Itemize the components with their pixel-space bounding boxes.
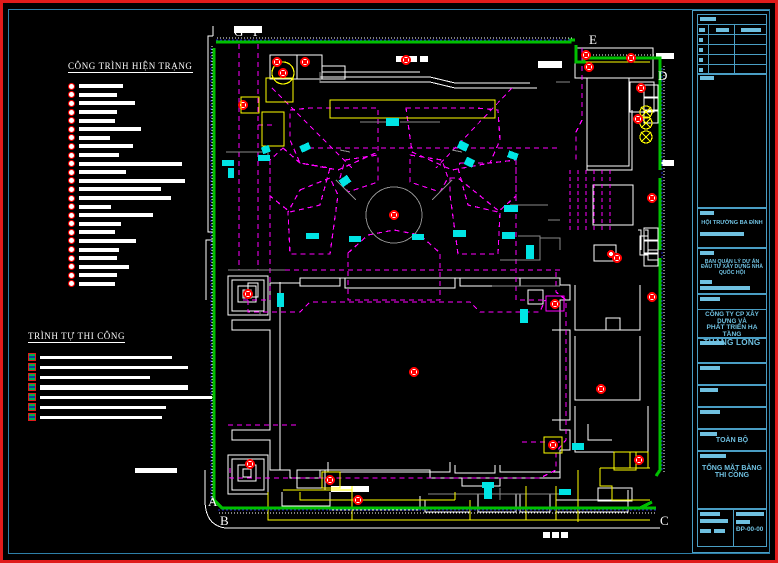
sheet-outer-frame [0, 0, 778, 563]
cad-drawing-sheet: G F E D A B C CÔNG TRÌNH HIỆN TRẠNG TRÌN… [0, 0, 778, 563]
